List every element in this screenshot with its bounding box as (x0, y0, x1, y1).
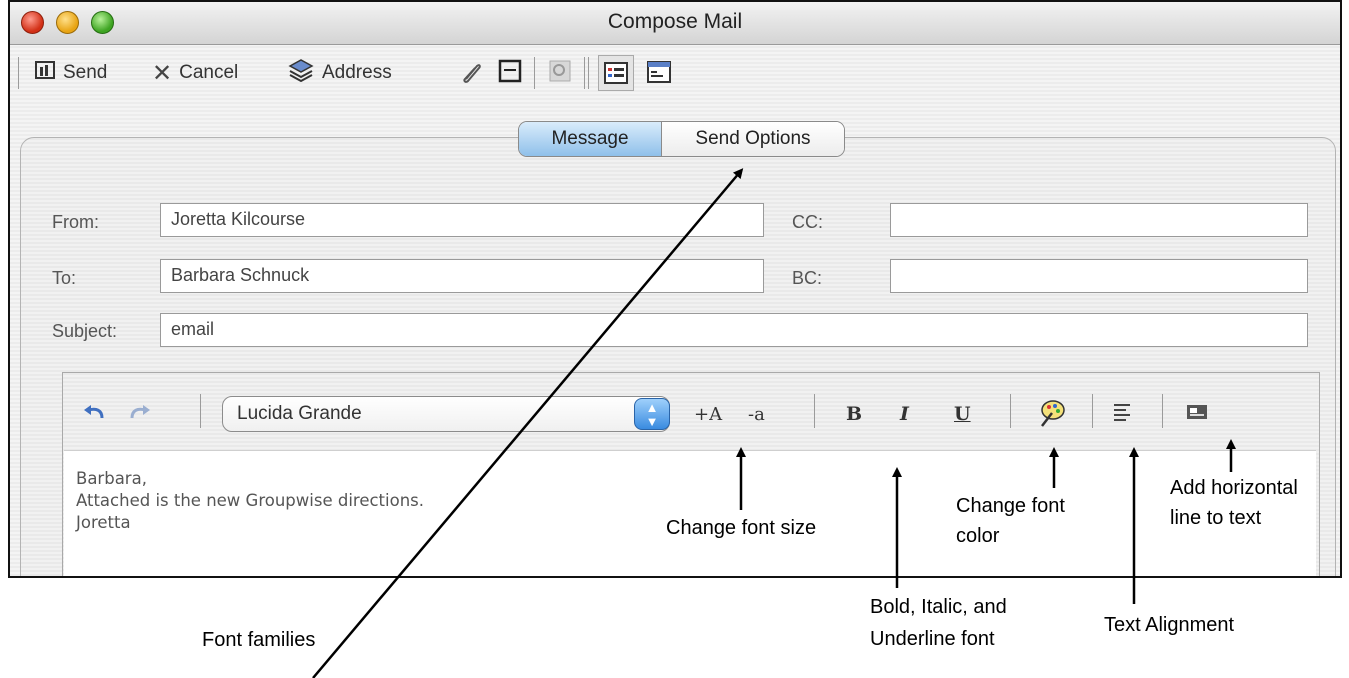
annotation-arrows (312, 168, 1236, 678)
arrow-font-families (312, 168, 744, 678)
